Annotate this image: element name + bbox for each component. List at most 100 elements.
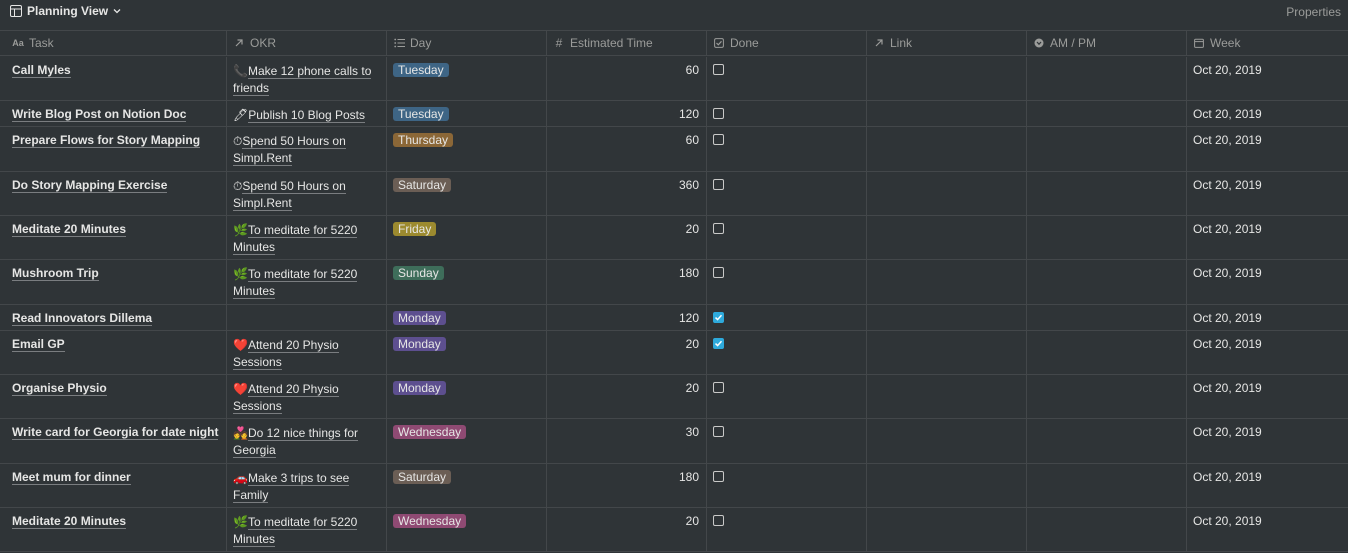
link-cell[interactable]	[867, 508, 1027, 551]
done-checkbox[interactable]	[713, 382, 724, 393]
am-pm-cell[interactable]	[1027, 419, 1187, 463]
estimated-time-cell[interactable]: 360	[547, 172, 707, 215]
week-cell[interactable]: Oct 20, 2019	[1187, 172, 1348, 215]
done-checkbox[interactable]	[713, 134, 724, 145]
okr-relation-link[interactable]: ⏱Spend 50 Hours on Simpl.Rent	[233, 133, 380, 167]
table-row[interactable]: Mushroom Trip 🌿To meditate for 5220 Minut…	[0, 260, 1348, 305]
task-cell[interactable]: Email GP	[6, 331, 227, 374]
am-pm-cell[interactable]	[1027, 57, 1187, 100]
done-checkbox[interactable]	[713, 312, 724, 323]
week-cell[interactable]: Oct 20, 2019	[1187, 331, 1348, 374]
estimated-time-cell[interactable]: 20	[547, 508, 707, 551]
done-checkbox[interactable]	[713, 426, 724, 437]
okr-relation-link[interactable]: ❤️Attend 20 Physio Sessions	[233, 337, 380, 371]
estimated-time-cell[interactable]: 20	[547, 331, 707, 374]
done-cell[interactable]	[707, 127, 867, 171]
task-title[interactable]: Meet mum for dinner	[12, 470, 131, 485]
task-cell[interactable]: Call Myles	[6, 57, 227, 100]
day-cell[interactable]: Monday	[387, 305, 547, 330]
day-cell[interactable]: Tuesday	[387, 101, 547, 126]
table-row[interactable]: Read Innovators Dillema Monday 120 Oct 20, …	[0, 305, 1348, 331]
week-cell[interactable]: Oct 20, 2019	[1187, 305, 1348, 330]
okr-cell[interactable]: ❤️Attend 20 Physio Sessions	[227, 375, 387, 418]
task-title[interactable]: Mushroom Trip	[12, 266, 99, 281]
am-pm-cell[interactable]	[1027, 305, 1187, 330]
column-header-estimated-time[interactable]: # Estimated Time	[547, 31, 707, 55]
done-cell[interactable]	[707, 57, 867, 100]
okr-relation-link[interactable]: 💑Do 12 nice things for Georgia	[233, 425, 380, 459]
am-pm-cell[interactable]	[1027, 375, 1187, 418]
am-pm-cell[interactable]	[1027, 508, 1187, 551]
am-pm-cell[interactable]	[1027, 464, 1187, 507]
done-checkbox[interactable]	[713, 471, 724, 482]
table-row[interactable]: Prepare Flows for Story Mapping ⏱Spend 50…	[0, 127, 1348, 172]
task-cell[interactable]: Read Innovators Dillema	[6, 305, 227, 330]
done-checkbox[interactable]	[713, 267, 724, 278]
estimated-time-cell[interactable]: 120	[547, 101, 707, 126]
okr-relation-link[interactable]: 🚗Make 3 trips to see Family	[233, 470, 380, 504]
okr-cell[interactable]: 💑Do 12 nice things for Georgia	[227, 419, 387, 463]
okr-relation-link[interactable]: 🖊Publish 10 Blog Posts	[233, 107, 380, 124]
table-row[interactable]: Call Myles 📞Make 12 phone calls to friend…	[0, 57, 1348, 101]
task-title[interactable]: Prepare Flows for Story Mapping	[12, 133, 201, 148]
link-cell[interactable]	[867, 331, 1027, 374]
table-row[interactable]: Do Story Mapping Exercise ⏱Spend 50 Hours…	[0, 172, 1348, 216]
task-title[interactable]: Call Myles	[12, 63, 71, 78]
day-cell[interactable]: Tuesday	[387, 57, 547, 100]
okr-cell[interactable]: 📞Make 12 phone calls to friends	[227, 57, 387, 100]
table-row[interactable]: Organise Physio ❤️Attend 20 Physio Sessio…	[0, 375, 1348, 419]
okr-cell[interactable]: 🖊Publish 10 Blog Posts	[227, 101, 387, 126]
am-pm-cell[interactable]	[1027, 172, 1187, 215]
day-cell[interactable]: Wednesday	[387, 419, 547, 463]
task-cell[interactable]: Mushroom Trip	[6, 260, 227, 304]
task-title[interactable]: Meditate 20 Minutes	[12, 222, 127, 237]
table-row[interactable]: Meet mum for dinner 🚗Make 3 trips to see …	[0, 464, 1348, 508]
estimated-time-cell[interactable]: 180	[547, 260, 707, 304]
done-cell[interactable]	[707, 172, 867, 215]
done-checkbox[interactable]	[713, 223, 724, 234]
okr-cell[interactable]: ❤️Attend 20 Physio Sessions	[227, 331, 387, 374]
column-header-week[interactable]: Week	[1187, 31, 1348, 55]
done-checkbox[interactable]	[713, 338, 724, 349]
okr-cell[interactable]: ⏱Spend 50 Hours on Simpl.Rent	[227, 172, 387, 215]
link-cell[interactable]	[867, 216, 1027, 259]
done-cell[interactable]	[707, 331, 867, 374]
estimated-time-cell[interactable]: 120	[547, 305, 707, 330]
okr-relation-link[interactable]: 📞Make 12 phone calls to friends	[233, 63, 380, 97]
okr-cell[interactable]: 🌿To meditate for 5220 Minutes	[227, 216, 387, 259]
done-checkbox[interactable]	[713, 64, 724, 75]
task-cell[interactable]: Meet mum for dinner	[6, 464, 227, 507]
task-cell[interactable]: Organise Physio	[6, 375, 227, 418]
task-cell[interactable]: Meditate 20 Minutes	[6, 216, 227, 259]
done-checkbox[interactable]	[713, 179, 724, 190]
task-cell[interactable]: Meditate 20 Minutes	[6, 508, 227, 551]
week-cell[interactable]: Oct 20, 2019	[1187, 127, 1348, 171]
okr-relation-link[interactable]: 🌿To meditate for 5220 Minutes	[233, 514, 380, 548]
estimated-time-cell[interactable]: 20	[547, 375, 707, 418]
okr-relation-link[interactable]: ❤️Attend 20 Physio Sessions	[233, 381, 380, 415]
task-title[interactable]: Write Blog Post on Notion Doc	[12, 107, 187, 122]
week-cell[interactable]: Oct 20, 2019	[1187, 260, 1348, 304]
table-row[interactable]: Write card for Georgia for date night 💑Do…	[0, 419, 1348, 464]
done-cell[interactable]	[707, 508, 867, 551]
day-cell[interactable]: Saturday	[387, 464, 547, 507]
task-title[interactable]: Write card for Georgia for date night	[12, 425, 219, 440]
task-title[interactable]: Do Story Mapping Exercise	[12, 178, 168, 193]
day-cell[interactable]: Wednesday	[387, 508, 547, 551]
link-cell[interactable]	[867, 464, 1027, 507]
done-checkbox[interactable]	[713, 515, 724, 526]
task-title[interactable]: Read Innovators Dillema	[12, 311, 153, 326]
day-cell[interactable]: Thursday	[387, 127, 547, 171]
table-row[interactable]: Meditate 20 Minutes 🌿To meditate for 5220…	[0, 216, 1348, 260]
am-pm-cell[interactable]	[1027, 127, 1187, 171]
week-cell[interactable]: Oct 20, 2019	[1187, 508, 1348, 551]
task-cell[interactable]: Prepare Flows for Story Mapping	[6, 127, 227, 171]
done-cell[interactable]	[707, 101, 867, 126]
estimated-time-cell[interactable]: 30	[547, 419, 707, 463]
link-cell[interactable]	[867, 260, 1027, 304]
week-cell[interactable]: Oct 20, 2019	[1187, 216, 1348, 259]
day-cell[interactable]: Monday	[387, 331, 547, 374]
day-cell[interactable]: Monday	[387, 375, 547, 418]
done-checkbox[interactable]	[713, 108, 724, 119]
okr-relation-link[interactable]: ⏱Spend 50 Hours on Simpl.Rent	[233, 178, 380, 212]
